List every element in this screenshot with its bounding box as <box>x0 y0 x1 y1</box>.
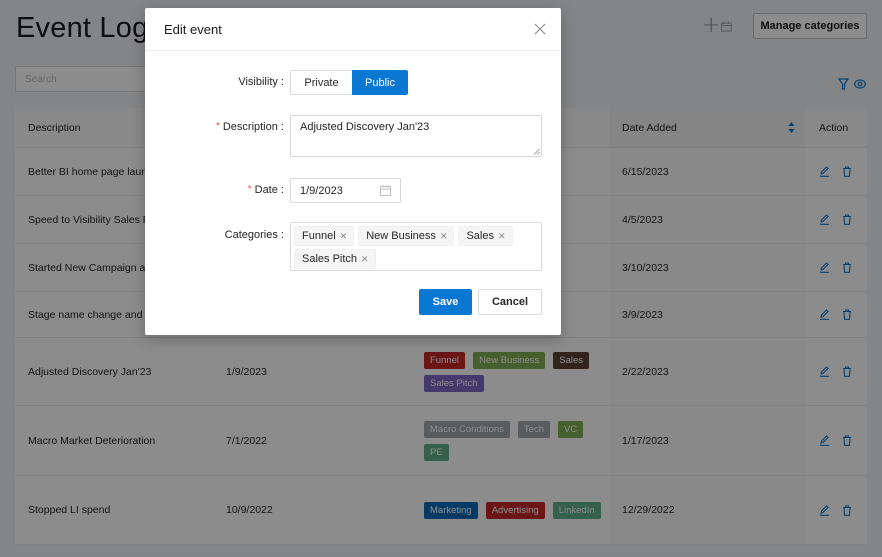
modal-title: Edit event <box>164 21 222 37</box>
remove-chip-icon[interactable]: ✕ <box>340 231 348 242</box>
category-chip-label: Sales Pitch <box>302 253 358 265</box>
close-icon[interactable] <box>533 22 547 36</box>
description-field: * Description : Adjusted Discovery Jan'23 <box>145 115 561 157</box>
remove-chip-icon[interactable]: ✕ <box>498 231 506 242</box>
visibility-private-option[interactable]: Private <box>290 70 352 95</box>
description-textarea[interactable]: Adjusted Discovery Jan'23 <box>290 115 542 157</box>
cancel-button[interactable]: Cancel <box>478 289 542 315</box>
required-marker: * <box>247 184 252 195</box>
calendar-icon <box>380 185 391 196</box>
category-chip: Funnel ✕ <box>294 226 355 246</box>
category-chip-label: Sales <box>466 230 494 242</box>
date-value: 1/9/2023 <box>300 184 343 197</box>
categories-label: Categories : <box>224 229 284 241</box>
visibility-label: Visibility : <box>238 76 284 88</box>
modal-header: Edit event <box>145 8 561 51</box>
date-picker[interactable]: 1/9/2023 <box>290 178 401 203</box>
visibility-toggle: Private Public <box>290 70 408 95</box>
description-value: Adjusted Discovery Jan'23 <box>300 121 430 133</box>
remove-chip-icon[interactable]: ✕ <box>361 254 369 265</box>
category-chip-label: Funnel <box>302 230 336 242</box>
visibility-field: Visibility : Private Public <box>145 70 561 95</box>
category-chip: Sales Pitch ✕ <box>294 249 376 269</box>
remove-chip-icon[interactable]: ✕ <box>440 231 448 242</box>
category-chip: Sales ✕ <box>458 226 513 246</box>
date-field: * Date : 1/9/2023 <box>145 178 561 203</box>
categories-select[interactable]: Funnel ✕ New Business ✕ Sales ✕ Sales Pitch ✕ <box>290 222 542 271</box>
category-chip: New Business ✕ <box>358 226 455 246</box>
visibility-public-option[interactable]: Public <box>352 70 408 95</box>
resize-handle-icon[interactable] <box>533 148 540 155</box>
categories-field: Categories : Funnel ✕ New Business ✕ Sales ✕ S… <box>145 222 561 271</box>
date-label: * Date : <box>247 184 284 196</box>
category-chip-label: New Business <box>366 230 436 242</box>
edit-event-modal: Edit event Visibility : Private Public *… <box>145 8 561 335</box>
save-button[interactable]: Save <box>419 289 472 315</box>
description-label: * Description : <box>215 121 284 133</box>
required-marker: * <box>215 121 220 132</box>
